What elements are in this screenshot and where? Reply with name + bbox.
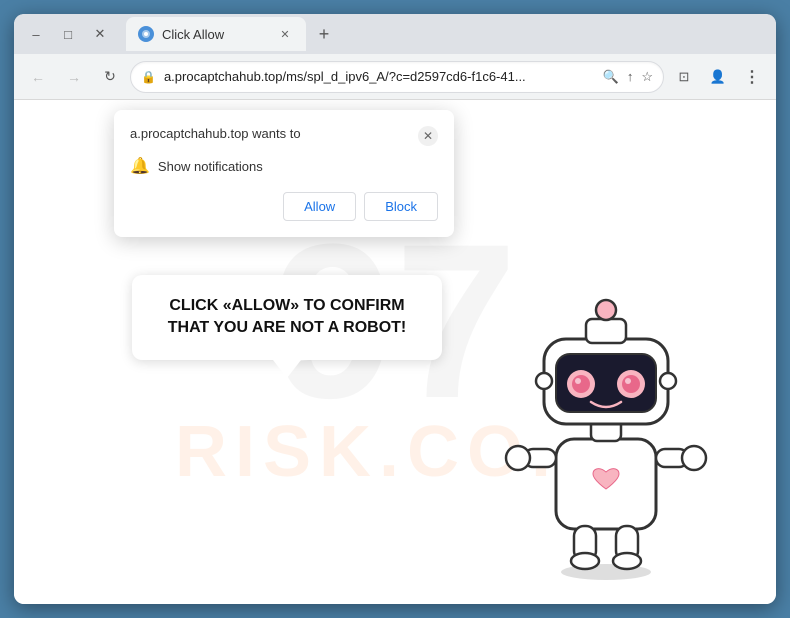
toolbar: ← → ↻ 🔒 a.procaptchahub.top/ms/spl_d_ipv… [14,54,776,100]
menu-button[interactable]: ⋮ [736,61,768,93]
popup-close-icon: ✕ [423,129,433,143]
new-tab-button[interactable]: + [310,20,338,48]
block-button[interactable]: Block [364,192,438,221]
popup-close-button[interactable]: ✕ [418,126,438,146]
popup-permission: 🔔 Show notifications [130,156,438,176]
profile-button[interactable]: 👤 [702,61,734,93]
bookmark-icon: ☆ [641,69,653,85]
tab-favicon [138,26,154,42]
bubble-text: CLICK «ALLOW» TO CONFIRM THAT YOU ARE NO… [156,295,418,340]
title-bar: – □ ✕ Click Allow ✕ + [14,14,776,54]
active-tab[interactable]: Click Allow ✕ [126,17,306,51]
minimize-button[interactable]: – [22,20,50,48]
extensions-button[interactable]: ⊡ [668,61,700,93]
share-icon: ↑ [627,69,634,84]
permission-text: Show notifications [158,159,263,174]
tab-favicon-icon [139,27,153,41]
bell-icon: 🔔 [130,156,150,176]
tab-close-button[interactable]: ✕ [276,25,294,43]
close-button[interactable]: ✕ [86,20,114,48]
window-controls: – □ ✕ [22,20,114,48]
lock-icon: 🔒 [141,70,156,84]
back-button[interactable]: ← [22,61,54,93]
maximize-button[interactable]: □ [54,20,82,48]
browser-window: – □ ✕ Click Allow ✕ + ← [14,14,776,604]
refresh-icon: ↻ [104,68,116,85]
address-bar[interactable]: 🔒 a.procaptchahub.top/ms/spl_d_ipv6_A/?c… [130,61,664,93]
tab-title: Click Allow [162,27,268,42]
tab-area: Click Allow ✕ + [126,17,768,51]
extensions-icon: ⊡ [679,69,690,85]
back-icon: ← [31,69,45,85]
refresh-button[interactable]: ↻ [94,61,126,93]
menu-icon: ⋮ [744,67,760,87]
notification-popup: a.procaptchahub.top wants to ✕ 🔔 Show no… [114,110,454,237]
profile-icon: 👤 [710,69,726,85]
page-content: 97 RISK.CO... a.procaptchahub.top wants … [14,100,776,604]
robot-container [496,264,716,584]
forward-icon: → [67,69,81,85]
speech-bubble: CLICK «ALLOW» TO CONFIRM THAT YOU ARE NO… [132,275,442,360]
allow-button[interactable]: Allow [283,192,356,221]
search-icon: 🔍 [603,69,619,85]
popup-site-text: a.procaptchahub.top wants to [130,126,301,141]
popup-header: a.procaptchahub.top wants to ✕ [130,126,438,146]
forward-button[interactable]: → [58,61,90,93]
address-text: a.procaptchahub.top/ms/spl_d_ipv6_A/?c=d… [164,69,595,84]
popup-buttons: Allow Block [130,192,438,221]
toolbar-actions: ⊡ 👤 ⋮ [668,61,768,93]
robot-illustration [496,264,716,584]
